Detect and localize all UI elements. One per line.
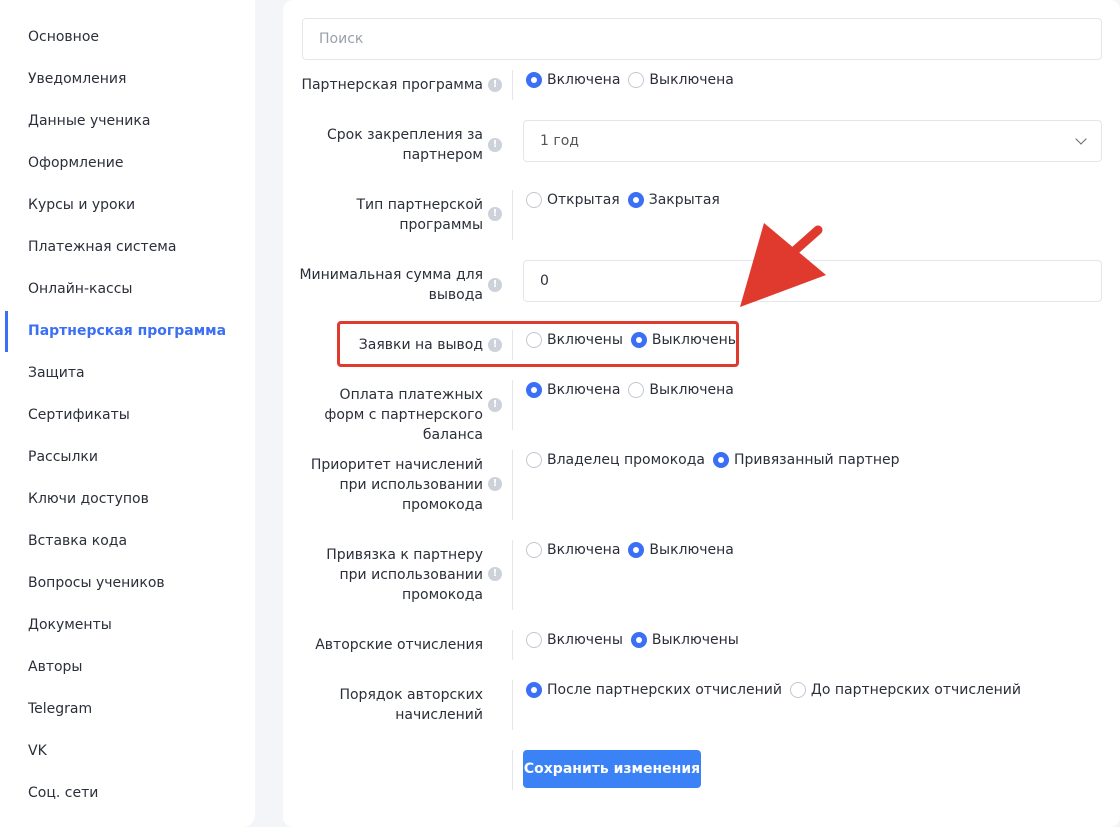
sidebar-item-mailings[interactable]: Рассылки	[28, 449, 98, 465]
info-icon[interactable]: !	[488, 398, 502, 412]
binding-term-select[interactable]: 1 год	[523, 120, 1102, 162]
divider	[512, 380, 513, 430]
divider	[512, 750, 513, 790]
divider	[512, 630, 513, 660]
radio-checked[interactable]	[712, 452, 729, 468]
promo-binding-off-option[interactable]: Выключена	[628, 542, 734, 558]
info-icon[interactable]: !	[488, 477, 502, 491]
sidebar-item-authors[interactable]: Авторы	[28, 659, 83, 675]
author-fees-label: Авторские отчисления	[315, 637, 483, 653]
sidebar-item-vk[interactable]: VK	[28, 743, 47, 759]
sidebar-item-protection[interactable]: Защита	[28, 365, 85, 381]
divider	[512, 450, 513, 520]
author-order-after-option[interactable]: После партнерских отчислений	[526, 682, 782, 698]
radio-unchecked[interactable]	[789, 682, 806, 698]
radio-unchecked[interactable]	[526, 192, 542, 208]
divider	[512, 540, 513, 610]
promo-binding-label: Привязка к партнеру при использовании пр…	[326, 547, 483, 603]
search-input[interactable]	[302, 18, 1102, 60]
info-icon[interactable]: !	[488, 278, 502, 292]
info-icon[interactable]: !	[488, 78, 502, 92]
sidebar-item-telegram[interactable]: Telegram	[28, 701, 92, 717]
radio-checked[interactable]	[630, 632, 647, 648]
annotation-arrow-icon	[740, 223, 826, 307]
info-icon[interactable]: !	[488, 138, 502, 152]
radio-checked[interactable]	[526, 682, 542, 698]
author-fees-off-option[interactable]: Выключены	[630, 632, 739, 648]
partner-program-label: Партнерская программа	[301, 77, 483, 93]
chevron-down-icon	[1075, 133, 1087, 145]
promo-binding-radio-group: Включена Выключена	[526, 542, 742, 558]
accrual-priority-owner-option[interactable]: Владелец промокода	[526, 452, 705, 468]
program-type-closed-option[interactable]: Закрытая	[627, 192, 720, 208]
author-fees-on-option[interactable]: Включены	[526, 632, 623, 648]
info-icon[interactable]: !	[488, 207, 502, 221]
partner-program-radio-group: Включена Выключена	[526, 72, 742, 88]
radio-unchecked[interactable]	[526, 452, 542, 468]
sidebar-item-access-keys[interactable]: Ключи доступов	[28, 491, 149, 507]
payment-from-balance-label: Оплата платежных форм с партнерского бал…	[324, 387, 483, 443]
sidebar-item-main[interactable]: Основное	[28, 29, 99, 45]
annotation-highlight-box	[337, 321, 739, 367]
radio-checked[interactable]	[526, 72, 542, 88]
settings-sidebar: Основное Уведомления Данные ученика Офор…	[0, 0, 255, 827]
info-icon[interactable]: !	[488, 567, 502, 581]
radio-unchecked[interactable]	[628, 72, 645, 88]
promo-binding-on-option[interactable]: Включена	[526, 542, 620, 558]
binding-term-label: Срок закрепления за партнером	[327, 127, 483, 163]
radio-checked[interactable]	[628, 542, 645, 558]
radio-checked[interactable]	[627, 192, 644, 208]
sidebar-item-certificates[interactable]: Сертификаты	[28, 407, 130, 423]
program-type-label: Тип партнерской программы	[356, 197, 484, 233]
divider	[512, 680, 513, 730]
accrual-priority-partner-option[interactable]: Привязанный партнер	[712, 452, 900, 468]
active-indicator	[5, 311, 8, 352]
sidebar-item-notifications[interactable]: Уведомления	[28, 71, 126, 87]
author-order-before-option[interactable]: До партнерских отчислений	[789, 682, 1021, 698]
author-order-label: Порядок авторских начислений	[339, 687, 483, 723]
sidebar-item-payment-system[interactable]: Платежная система	[28, 239, 176, 255]
author-fees-radio-group: Включены Выключены	[526, 632, 747, 648]
sidebar-item-code-insert[interactable]: Вставка кода	[28, 533, 127, 549]
accrual-priority-radio-group: Владелец промокода Привязанный партнер	[526, 452, 908, 468]
sidebar-item-partner-program[interactable]: Партнерская программа	[28, 323, 226, 339]
radio-unchecked[interactable]	[628, 382, 645, 398]
accrual-priority-label: Приоритет начислений при использовании п…	[310, 457, 483, 513]
sidebar-item-documents[interactable]: Документы	[28, 617, 112, 633]
radio-checked[interactable]	[526, 382, 542, 398]
save-button[interactable]: Сохранить изменения	[523, 750, 701, 788]
divider	[512, 190, 513, 240]
partner-program-off-option[interactable]: Выключена	[628, 72, 734, 88]
program-type-radio-group: Открытая Закрытая	[526, 192, 728, 208]
sidebar-item-courses[interactable]: Курсы и уроки	[28, 197, 135, 213]
payment-from-balance-off-option[interactable]: Выключена	[628, 382, 734, 398]
sidebar-item-online-kassa[interactable]: Онлайн-кассы	[28, 281, 133, 297]
binding-term-value: 1 год	[540, 133, 579, 149]
sidebar-item-student-questions[interactable]: Вопросы учеников	[28, 575, 165, 591]
sidebar-item-design[interactable]: Оформление	[28, 155, 123, 171]
sidebar-item-social[interactable]: Соц. сети	[28, 785, 98, 801]
sidebar-item-student-data[interactable]: Данные ученика	[28, 113, 150, 129]
program-type-open-option[interactable]: Открытая	[526, 192, 620, 208]
divider	[512, 70, 513, 100]
min-withdraw-label: Минимальная сумма для вывода	[299, 267, 483, 303]
radio-unchecked[interactable]	[526, 542, 542, 558]
partner-program-on-option[interactable]: Включена	[526, 72, 620, 88]
author-order-radio-group: После партнерских отчислений До партнерс…	[526, 682, 1029, 698]
radio-unchecked[interactable]	[526, 632, 542, 648]
payment-from-balance-on-option[interactable]: Включена	[526, 382, 620, 398]
payment-from-balance-radio-group: Включена Выключена	[526, 382, 742, 398]
